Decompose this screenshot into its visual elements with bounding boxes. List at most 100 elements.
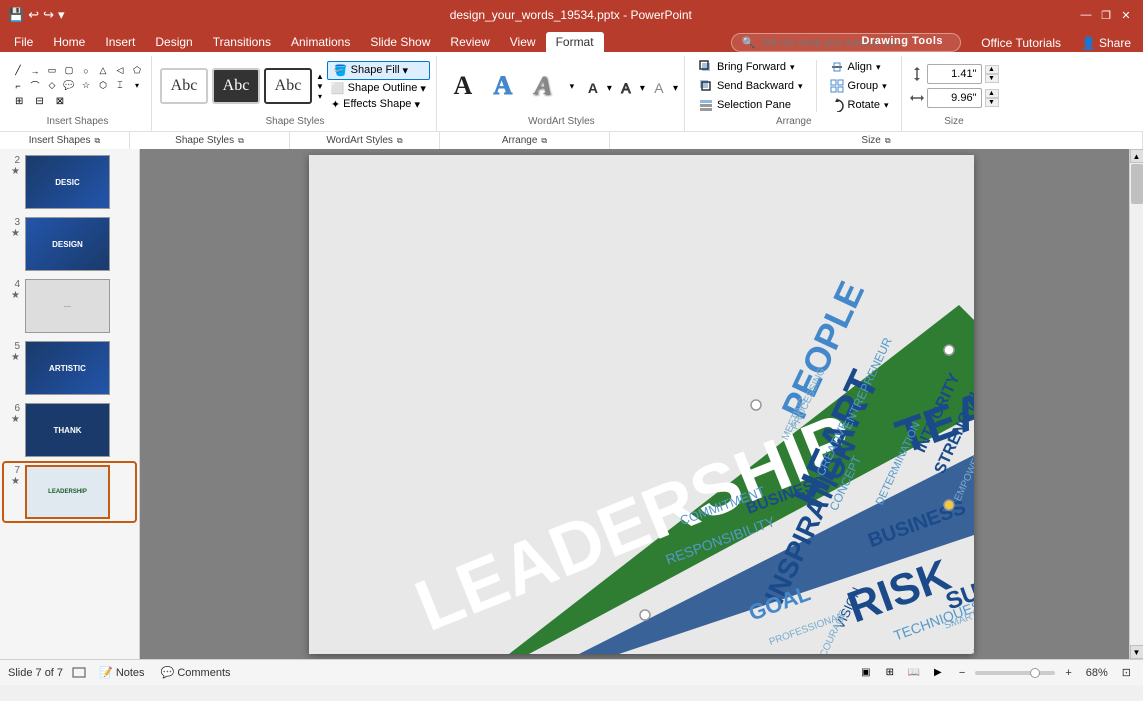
slide-thumb-4[interactable]: 4 ★ — [4,277,135,335]
minimize-button[interactable]: — [1077,7,1095,23]
save-icon[interactable]: 💾 [8,7,24,23]
zoom-in-btn[interactable]: + [1061,665,1075,681]
line-tool[interactable]: ╱ [10,64,26,78]
slide-thumb-3[interactable]: 3 ★ DESIGN [4,215,135,273]
tab-insert[interactable]: Insert [95,32,145,52]
scroll-down-arrow[interactable]: ▼ [1130,645,1143,659]
fit-slide-btn[interactable]: ⊡ [1118,664,1135,681]
undo-icon[interactable]: ↩ [28,7,39,23]
slide-sorter-btn[interactable]: ⊞ [879,664,901,682]
style-swatch-1[interactable]: Abc [160,68,208,104]
slide-thumb-7[interactable]: 7 ★ LEADERSHIP [4,463,135,521]
rect-tool[interactable]: ▭ [44,64,60,78]
style-more[interactable]: ▾ [316,92,324,101]
reading-view-btn[interactable]: 📖 [903,664,925,682]
vertical-scrollbar[interactable]: ▲ ▼ [1129,149,1143,659]
tab-view[interactable]: View [500,32,546,52]
shape-styles-expand[interactable]: ⧉ [238,136,244,146]
text-fill-btn[interactable]: A [582,77,604,99]
outline-dropdown-icon[interactable]: ▾ [420,82,426,95]
align-dropdown[interactable]: ▾ [876,62,881,73]
wordart-btn-3[interactable]: A [525,68,561,104]
redo-icon[interactable]: ↪ [43,7,54,23]
style-up-arrow[interactable]: ▲ [316,72,324,81]
office-tutorials-button[interactable]: Office Tutorials [973,34,1069,52]
tab-design[interactable]: Design [145,32,202,52]
height-up[interactable]: ▲ [985,65,999,74]
group-dropdown[interactable]: ▾ [882,81,887,92]
tab-home[interactable]: Home [43,32,95,52]
slide-thumb-6[interactable]: 6 ★ THANK [4,401,135,459]
oval-tool[interactable]: ○ [78,64,94,78]
star-tool[interactable]: ☆ [78,79,94,93]
notes-button[interactable]: 📝 Notes [95,664,149,681]
wordart-btn-2[interactable]: A [485,68,521,104]
scroll-thumb[interactable] [1131,164,1143,204]
shape-outline-button[interactable]: ⬜ Shape Outline ▾ [327,81,430,96]
style-swatch-3[interactable]: Abc [264,68,312,104]
bring-forward-button[interactable]: Bring Forward ▾ [693,58,809,76]
shape-effects-button[interactable]: ✦ Effects Shape ▾ [327,97,430,112]
text-effects-btn[interactable]: A [648,77,670,99]
convert-tool[interactable]: ⊠ [51,95,69,109]
size-expand[interactable]: ⧉ [885,136,891,146]
send-backward-button[interactable]: Send Backward ▾ [693,77,809,95]
height-spinner[interactable]: ▲ ▼ [985,65,999,83]
comments-button[interactable]: 💬 Comments [157,664,235,681]
handle-bl[interactable] [640,610,650,620]
maximize-button[interactable]: ❐ [1097,7,1115,23]
handle-tl[interactable] [751,400,761,410]
zoom-out-btn[interactable]: − [955,665,969,681]
tab-review[interactable]: Review [440,32,499,52]
style-down-arrow[interactable]: ▼ [316,82,324,91]
more-shapes[interactable]: ▾ [129,79,145,93]
canvas-area[interactable]: LEADERSHIP TEAMWORK HEART INSPIRATION BU… [140,149,1143,659]
slideshow-btn[interactable]: ▶ [927,664,949,682]
insert-shapes-expand[interactable]: ⧉ [95,136,101,146]
normal-view-btn[interactable]: ▣ [855,664,877,682]
scroll-up-arrow[interactable]: ▲ [1130,149,1143,163]
tri-tool[interactable]: △ [95,64,111,78]
shape-fill-button[interactable]: 🪣 Shape Fill ▾ [327,61,430,80]
tab-transitions[interactable]: Transitions [203,32,281,52]
diamond-tool[interactable]: ◇ [44,79,60,93]
align-button[interactable]: Align ▾ [824,58,895,76]
wordart-more-chevron[interactable]: ▾ [565,79,579,94]
tab-file[interactable]: File [4,32,43,52]
share-button[interactable]: 👤 Share [1073,34,1139,52]
selection-pane-button[interactable]: Selection Pane [693,96,809,114]
rotate-dropdown[interactable]: ▾ [884,100,889,111]
hexagon-tool[interactable]: ⬡ [95,79,111,93]
arrange-tool[interactable]: ⊟ [30,95,48,109]
send-backward-dropdown[interactable]: ▾ [798,81,803,92]
handle-rotate[interactable] [944,500,954,510]
quick-access-toolbar[interactable]: 💾 ↩ ↪ ▾ [8,7,65,23]
text-outline-btn[interactable]: A [615,77,637,99]
zoom-slider[interactable] [975,671,1055,675]
connector-tool[interactable]: ⌐ [10,79,26,93]
tab-slideshow[interactable]: Slide Show [360,32,440,52]
effects-dropdown-icon[interactable]: ▾ [414,98,420,111]
rotate-button[interactable]: Rotate ▾ [824,96,895,114]
penta-tool[interactable]: ⬠ [129,64,145,78]
handle-tr[interactable] [944,345,954,355]
curve-tool[interactable]: ⌒ [27,79,43,93]
wordart-expand[interactable]: ⧉ [397,136,403,146]
bring-forward-dropdown[interactable]: ▾ [790,62,795,73]
scroll-track[interactable] [1130,163,1143,645]
height-down[interactable]: ▼ [985,74,999,83]
slide-thumb-2[interactable]: 2 ★ DESIC [4,153,135,211]
width-up[interactable]: ▲ [985,89,999,98]
group-button[interactable]: Group ▾ [824,77,895,95]
bracket-tool[interactable]: ⌶ [112,79,128,93]
style-swatch-2[interactable]: Abc [212,68,260,104]
text-box-tool[interactable]: ⊞ [10,95,28,109]
width-input[interactable] [927,88,982,108]
tab-format[interactable]: Format [546,32,604,52]
close-button[interactable]: ✕ [1117,7,1135,23]
width-spinner[interactable]: ▲ ▼ [985,89,999,107]
rtri-tool[interactable]: ◁ [112,64,128,78]
slide-thumb-5[interactable]: 5 ★ ARTISTIC [4,339,135,397]
wordart-btn-1[interactable]: A [445,68,481,104]
tab-animations[interactable]: Animations [281,32,360,52]
